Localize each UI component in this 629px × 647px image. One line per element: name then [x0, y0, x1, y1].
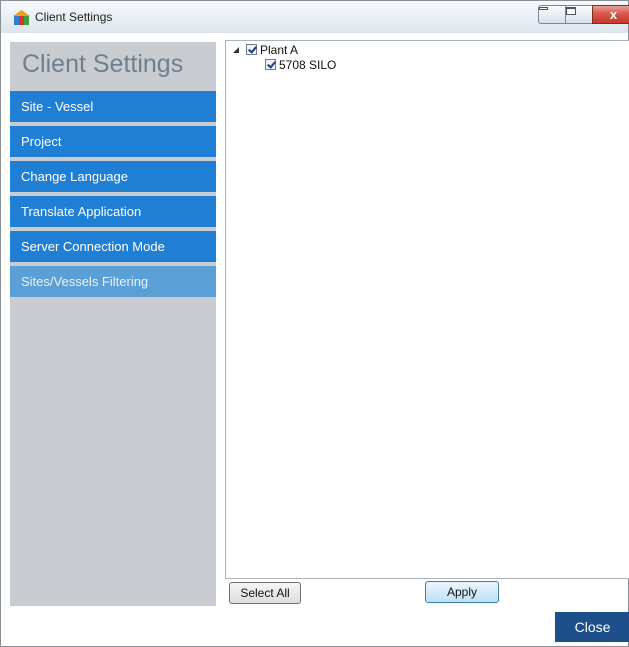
- sidebar-item-sites-vessels-filtering[interactable]: Sites/Vessels Filtering: [10, 266, 216, 297]
- silo-checkbox[interactable]: [265, 59, 276, 70]
- apply-button[interactable]: Apply: [425, 581, 499, 603]
- client-settings-window: Client Settings x Client Settings Site -…: [0, 0, 629, 647]
- tree-node-5708-silo[interactable]: 5708 SILO: [279, 58, 336, 72]
- minimize-icon: [539, 7, 548, 10]
- maximize-button[interactable]: [565, 5, 593, 24]
- sidebar-item-change-language[interactable]: Change Language: [10, 161, 216, 192]
- minimize-button[interactable]: [538, 5, 566, 24]
- window-title: Client Settings: [35, 10, 113, 24]
- sidebar-item-site-vessel[interactable]: Site - Vessel: [10, 91, 216, 122]
- sidebar: Client Settings Site - Vessel Project Ch…: [10, 42, 216, 606]
- site-tree-panel: Plant A 5708 SILO: [225, 40, 629, 579]
- select-all-button[interactable]: Select All: [229, 582, 301, 604]
- close-icon: x: [609, 7, 618, 22]
- window-close-button[interactable]: x: [592, 5, 629, 24]
- plant-a-checkbox[interactable]: [246, 44, 257, 55]
- sidebar-item-translate-application[interactable]: Translate Application: [10, 196, 216, 227]
- sidebar-item-server-connection-mode[interactable]: Server Connection Mode: [10, 231, 216, 262]
- app-icon: [13, 10, 30, 25]
- sidebar-title: Client Settings: [22, 50, 184, 78]
- expander-icon[interactable]: [232, 46, 240, 54]
- title-bar[interactable]: Client Settings x: [1, 1, 629, 33]
- maximize-icon: [566, 7, 576, 15]
- close-button[interactable]: Close: [555, 612, 629, 642]
- sidebar-item-project[interactable]: Project: [10, 126, 216, 157]
- tree-node-plant-a[interactable]: Plant A: [260, 43, 298, 57]
